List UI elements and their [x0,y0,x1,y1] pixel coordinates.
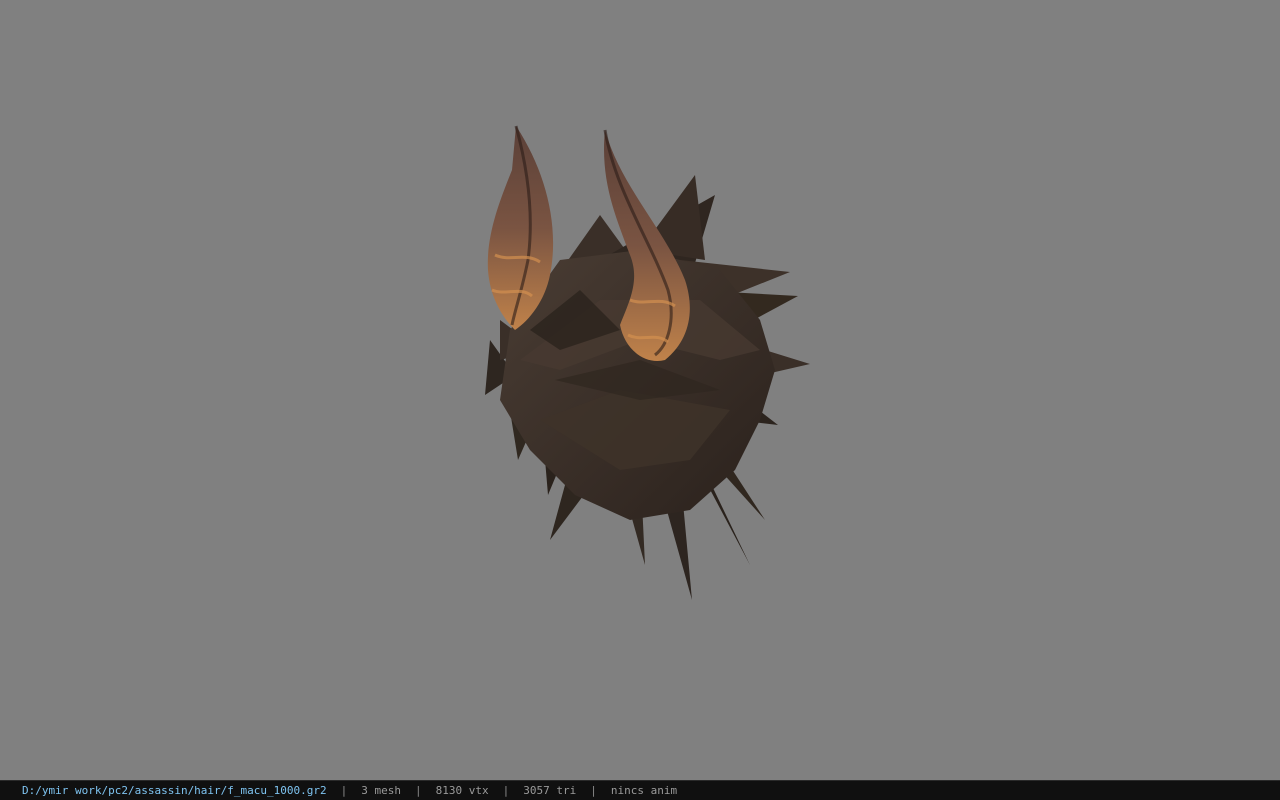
hair-model-render [485,125,810,600]
3d-viewport[interactable] [0,0,1280,780]
animation-status: nincs anim [610,784,678,797]
file-path: D:/ymir work/pc2/assassin/hair/f_macu_10… [22,784,327,797]
status-separator: | [590,784,597,797]
vertex-count: 8130 vtx [435,784,489,797]
status-separator: | [415,784,422,797]
triangle-count: 3057 tri [523,784,577,797]
status-separator: | [502,784,510,797]
mesh-count: 3 mesh [361,784,402,797]
status-separator: | [340,784,348,797]
status-bar: D:/ymir work/pc2/assassin/hair/f_macu_10… [0,780,1280,800]
